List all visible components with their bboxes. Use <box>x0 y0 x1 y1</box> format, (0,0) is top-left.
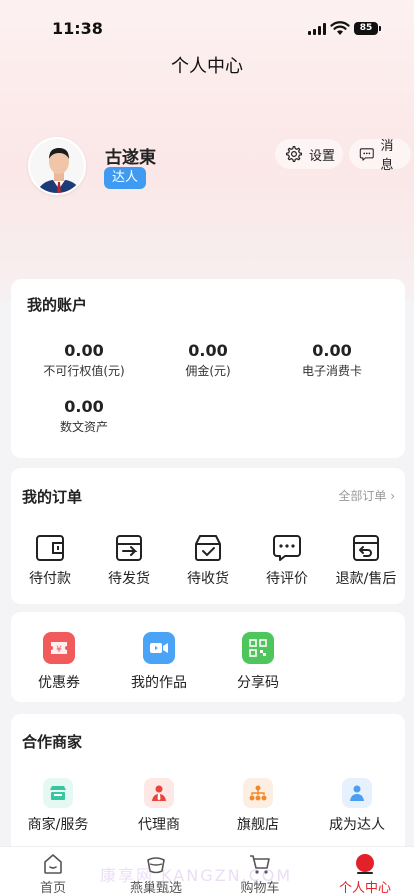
home-icon <box>44 854 62 874</box>
status-time: 11:38 <box>52 19 103 38</box>
tab-label: 个人中心 <box>338 881 391 896</box>
order-pending-receipt[interactable]: 待收货 <box>168 534 248 588</box>
account-item-digital-assets[interactable]: 0.00 数文资产 <box>24 397 144 435</box>
tools-card: ¥ 优惠券 我的作品 分享码 <box>11 612 405 702</box>
tool-label: 我的作品 <box>131 675 187 691</box>
tab-profile[interactable]: 个人中心 <box>325 853 405 896</box>
tool-my-works[interactable]: 我的作品 <box>119 632 199 692</box>
account-label: 不可行权值(元) <box>43 364 125 378</box>
cellular-signal-icon <box>308 23 326 35</box>
orders-title: 我的订单 <box>22 488 83 506</box>
order-label: 退款/售后 <box>335 571 397 587</box>
avatar[interactable] <box>28 137 86 195</box>
message-icon <box>359 148 374 161</box>
account-value: 0.00 <box>188 341 228 360</box>
coupon-icon: ¥ <box>43 632 75 664</box>
chevron-right-icon: › <box>386 489 395 503</box>
account-value: 0.00 <box>312 341 352 360</box>
partner-become-influencer[interactable]: 成为达人 <box>312 778 402 834</box>
profile-icon <box>356 854 374 874</box>
qrcode-icon <box>242 632 274 664</box>
battery-icon: 85 <box>354 22 381 35</box>
svg-text:¥: ¥ <box>56 645 62 655</box>
order-label: 待收货 <box>187 571 229 587</box>
account-value: 0.00 <box>64 341 104 360</box>
tool-label: 分享码 <box>237 675 279 691</box>
partners-title: 合作商家 <box>22 733 83 751</box>
partners-card: 合作商家 商家/服务 代理商 旗舰店 成为达人 <box>11 714 405 864</box>
person-icon <box>342 778 372 808</box>
account-label: 数文资产 <box>59 420 108 434</box>
order-refund-aftersale[interactable]: 退款/售后 <box>326 534 406 588</box>
tool-coupons[interactable]: ¥ 优惠券 <box>19 632 99 692</box>
account-item-non-exercisable[interactable]: 0.00 不可行权值(元) <box>24 341 144 379</box>
order-label: 待发货 <box>108 571 150 587</box>
account-title: 我的账户 <box>27 296 88 314</box>
orders-card: 我的订单 全部订单 › 待付款 待发货 待收货 待评价 退款/售后 <box>11 468 405 604</box>
wifi-icon <box>330 21 350 35</box>
wallet-icon <box>36 535 64 561</box>
account-item-gift-card[interactable]: 0.00 电子消费卡 <box>272 341 392 379</box>
box-check-icon <box>195 535 221 561</box>
tab-label: 首页 <box>39 881 66 896</box>
tool-label: 优惠券 <box>38 675 80 691</box>
network-icon <box>243 778 273 808</box>
account-item-commission[interactable]: 0.00 佣金(元) <box>148 341 268 379</box>
partner-label: 代理商 <box>138 817 180 833</box>
message-label: 消息 <box>380 139 394 173</box>
message-button[interactable]: 消息 <box>349 139 411 173</box>
order-pending-shipment[interactable]: 待发货 <box>89 534 169 588</box>
partner-merchant-service[interactable]: 商家/服务 <box>13 778 103 834</box>
order-label: 待评价 <box>266 571 308 587</box>
partner-agent[interactable]: 代理商 <box>114 778 204 834</box>
account-value: 0.00 <box>64 397 104 416</box>
partner-flagship-store[interactable]: 旗舰店 <box>213 778 303 834</box>
partner-label: 商家/服务 <box>27 817 89 833</box>
settings-label: 设置 <box>309 148 336 164</box>
order-pending-review[interactable]: 待评价 <box>247 534 327 588</box>
box-send-icon <box>116 535 142 561</box>
agent-icon <box>144 778 174 808</box>
page-title: 个人中心 <box>171 56 243 77</box>
settings-button[interactable]: 设置 <box>275 139 343 169</box>
all-orders-link[interactable]: 全部订单 › <box>338 487 395 504</box>
video-icon <box>143 632 175 664</box>
order-label: 待付款 <box>29 571 71 587</box>
order-pending-payment[interactable]: 待付款 <box>10 534 90 588</box>
partner-label: 成为达人 <box>329 817 385 833</box>
refund-icon <box>353 535 379 561</box>
watermark: 康享网 KANGZN.COM <box>100 866 293 885</box>
account-label: 佣金(元) <box>185 364 231 378</box>
all-orders-label: 全部订单 <box>338 489 387 503</box>
store-icon <box>43 778 73 808</box>
comment-icon <box>273 535 301 561</box>
tool-share-code[interactable]: 分享码 <box>218 632 298 692</box>
partner-label: 旗舰店 <box>237 817 279 833</box>
account-card: 我的账户 0.00 不可行权值(元) 0.00 佣金(元) 0.00 电子消费卡… <box>11 279 405 458</box>
gear-icon <box>285 145 303 163</box>
account-label: 电子消费卡 <box>301 364 362 378</box>
user-name: 古遂東 <box>105 148 156 168</box>
user-level-badge: 达人 <box>104 167 147 189</box>
status-bar: 11:38 85 <box>0 0 414 54</box>
tab-home[interactable]: 首页 <box>13 853 93 896</box>
